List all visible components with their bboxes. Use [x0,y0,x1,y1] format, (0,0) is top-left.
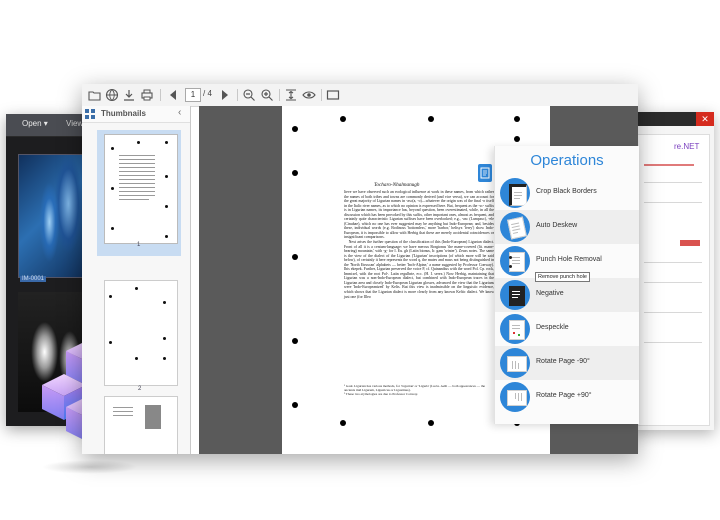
operation-label: Rotate Page -90° [536,358,590,365]
document-body-text: lieve we have observed such an ecologica… [344,190,495,299]
operation-label: Negative [536,290,564,297]
medical-view-menu[interactable]: View [66,119,83,128]
crop-icon [500,178,530,208]
form-line [644,202,702,203]
next-page-icon[interactable] [218,88,232,102]
thumbnail-page-number: 1 [137,242,141,248]
background-form-window: ✕ re.NET [630,112,714,430]
rotate-ccw-icon [500,348,530,378]
thumbnail-page-3[interactable] [104,396,178,454]
form-line [644,282,702,283]
document-footnotes: ¹ Gaul. Ligurian has various methods, fo… [344,384,486,397]
thumbnails-header: Thumbnails ‹ [82,106,190,123]
page-total-label: / 4 [203,89,212,98]
chevron-left-icon[interactable]: ‹ [178,107,181,118]
negative-icon [500,280,530,310]
operation-crop-black-borders[interactable]: Crop Black Borders [495,176,639,210]
form-line [644,312,702,313]
thumbnail-page-2[interactable] [104,280,178,386]
zoom-in-icon[interactable] [260,88,274,102]
toolbar-separator [321,89,322,101]
operation-label: Auto Deskew [536,222,578,229]
form-line [644,182,702,183]
logo-shadow [42,460,138,474]
download-icon[interactable] [122,88,136,102]
operation-label: Punch Hole Removal [536,256,602,263]
zoom-out-icon[interactable] [242,88,256,102]
thumbnails-title: Thumbnails [101,109,146,118]
operations-panel: Operations Crop Black Borders Auto Deske… [494,146,639,424]
punch-hole [340,420,346,426]
annotation-rect-icon[interactable] [326,88,340,102]
operation-despeckle[interactable]: Despeckle [495,312,639,346]
operation-negative[interactable]: Negative [495,278,639,312]
thumbnails-panel: Thumbnails ‹ 1 2 [82,106,191,454]
rotate-cw-icon [500,382,530,412]
punch-hole-icon [500,246,530,276]
deskew-icon [500,212,530,242]
punch-hole [292,254,298,260]
punch-hole [428,116,434,122]
punch-hole [292,338,298,344]
operation-rotate-cw[interactable]: Rotate Page +90° [495,380,639,414]
punch-hole [514,116,520,122]
viewer-toolbar: 1 / 4 [82,84,638,107]
form-line [644,262,702,263]
operation-rotate-ccw[interactable]: Rotate Page -90° [495,346,639,380]
punch-hole [514,136,520,142]
toolbar-separator [237,89,238,101]
operation-label: Rotate Page +90° [536,392,592,399]
operations-icon [480,167,490,179]
page-number-input[interactable]: 1 [185,88,201,102]
toolbar-separator [279,89,280,101]
operations-toggle-button[interactable] [478,164,492,182]
page-gutter-left [199,106,282,454]
thumbnail-figure [145,405,161,429]
punch-hole [292,126,298,132]
operation-label: Despeckle [536,324,569,331]
form-line [644,342,702,343]
open-folder-icon[interactable] [88,88,102,102]
form-window-titlebar: ✕ [630,112,714,126]
medical-open-menu[interactable]: Open ▾ [22,119,48,128]
xray-label: IM-0001 [20,276,47,282]
punch-hole [292,170,298,176]
fit-page-icon[interactable] [284,88,298,102]
globe-icon[interactable] [105,88,119,102]
form-accent-line [644,164,694,166]
close-icon[interactable]: ✕ [696,112,714,126]
print-icon[interactable] [140,88,154,102]
operation-label: Crop Black Borders [536,188,597,195]
form-button[interactable] [680,240,700,246]
form-logo: re.NET [674,142,700,151]
grid-icon[interactable] [85,109,95,119]
punch-hole [292,402,298,408]
toolbar-separator [160,89,161,101]
punch-hole [428,420,434,426]
previous-page-icon[interactable] [166,88,180,102]
punch-hole [340,116,346,122]
form-body [636,134,710,426]
thumbnail-page-1[interactable] [104,134,178,244]
document-running-head: Tocharo-Nhalmanugh [374,182,420,188]
operation-auto-deskew[interactable]: Auto Deskew [495,210,639,244]
thumbnail-page-number: 2 [138,386,142,392]
operations-title: Operations [530,152,604,169]
view-mode-icon[interactable] [302,88,316,102]
despeckle-icon [500,314,530,344]
tooltip: Remove punch hole [535,272,590,282]
